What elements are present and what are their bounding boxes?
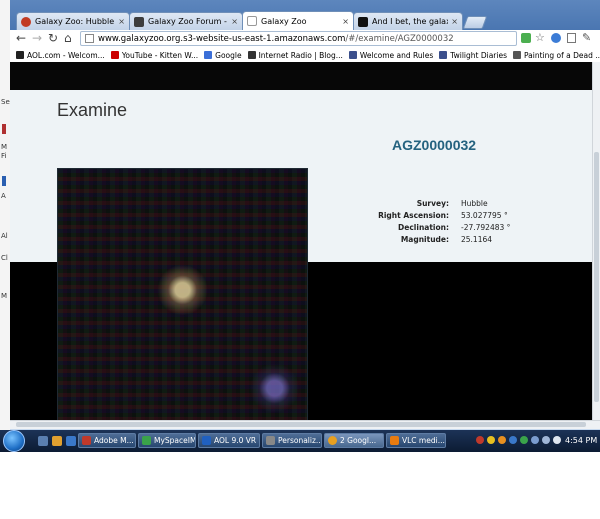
task-aol[interactable]: AOL 9.0 VR bbox=[198, 433, 260, 448]
horizontal-scrollbar[interactable] bbox=[10, 420, 600, 429]
page-menu-icon[interactable] bbox=[567, 33, 576, 43]
tray-icon[interactable] bbox=[509, 436, 517, 444]
background-window-icon bbox=[2, 176, 6, 186]
myspaceim-icon bbox=[142, 436, 151, 445]
declination-value: -27.792483 ° bbox=[461, 223, 511, 232]
aol-icon bbox=[16, 51, 24, 59]
magnitude-value: 25.1164 bbox=[461, 235, 493, 244]
extension-icon[interactable] bbox=[551, 33, 561, 43]
tray-icon[interactable] bbox=[498, 436, 506, 444]
folder-icon[interactable] bbox=[52, 436, 62, 446]
vlc-icon bbox=[390, 436, 399, 445]
background-window-text: A bbox=[1, 192, 6, 200]
extension-icon[interactable] bbox=[521, 33, 531, 43]
galaxy-image bbox=[57, 168, 308, 420]
tab-strip: Galaxy Zoo: Hubble - How × Galaxy Zoo Fo… bbox=[10, 0, 600, 30]
background-window-text: Cl bbox=[1, 254, 8, 262]
close-icon[interactable]: × bbox=[451, 17, 458, 26]
bookmark-aol[interactable]: AOL.com - Welcom... bbox=[16, 51, 105, 60]
forward-icon[interactable]: → bbox=[32, 31, 42, 45]
taskbar: Adobe M... MySpaceIM AOL 9.0 VR Personal… bbox=[0, 430, 600, 452]
vertical-scrollbar[interactable] bbox=[592, 62, 600, 420]
tray-icon[interactable] bbox=[476, 436, 484, 444]
tab-label: Galaxy Zoo Forum - Index bbox=[148, 17, 228, 26]
radio-icon bbox=[247, 51, 256, 59]
object-id-heading: AGZ0000032 bbox=[392, 137, 477, 153]
adobe-icon bbox=[82, 436, 91, 445]
background-window-text: M bbox=[1, 292, 8, 300]
task-personalize[interactable]: Personaliz... bbox=[262, 433, 322, 448]
tab-label: Galaxy Zoo bbox=[261, 16, 307, 26]
page-icon bbox=[513, 51, 521, 59]
network-icon[interactable] bbox=[531, 436, 539, 444]
volume-icon[interactable] bbox=[542, 436, 550, 444]
clock[interactable]: 4:54 PM bbox=[565, 436, 597, 445]
tab-label: Galaxy Zoo: Hubble - How bbox=[35, 17, 115, 26]
personalize-icon bbox=[266, 436, 275, 445]
new-tab-button[interactable] bbox=[462, 16, 488, 29]
bookmark-welcome-rules[interactable]: Welcome and Rules bbox=[348, 51, 433, 60]
quick-launch-icon[interactable] bbox=[66, 436, 76, 446]
aol-icon bbox=[202, 436, 211, 445]
tray-icon[interactable] bbox=[487, 436, 495, 444]
magnitude-label: Magnitude: bbox=[400, 235, 449, 244]
page-content: Examine AGZ0000032 Survey: Hubble Right … bbox=[10, 62, 600, 420]
survey-value: Hubble bbox=[461, 199, 488, 208]
galaxy-zoo-icon bbox=[21, 16, 31, 27]
chrome-icon bbox=[328, 436, 337, 445]
tab-galaxy-zoo-hubble[interactable]: Galaxy Zoo: Hubble - How × bbox=[16, 12, 130, 30]
close-icon[interactable]: × bbox=[118, 17, 125, 26]
close-icon[interactable]: × bbox=[231, 17, 238, 26]
tab-label: And I bet, the galaxies will bbox=[372, 17, 448, 26]
navigation-toolbar: ← → ↻ ⌂ www.galaxyzoo.org.s3-website-us-… bbox=[10, 30, 600, 49]
bookmark-painting[interactable]: Painting of a Dead ... bbox=[513, 51, 600, 60]
address-bar[interactable]: www.galaxyzoo.org.s3-website-us-east-1.a… bbox=[80, 31, 517, 46]
bookmark-star-icon[interactable]: ☆ bbox=[535, 31, 545, 44]
task-myspaceim[interactable]: MySpaceIM bbox=[138, 433, 196, 448]
youtube-icon bbox=[110, 51, 119, 59]
scroll-thumb[interactable] bbox=[594, 152, 599, 402]
tray-icon[interactable] bbox=[520, 436, 528, 444]
right-ascension-label: Right Ascension: bbox=[378, 211, 449, 220]
forum-icon bbox=[134, 16, 144, 27]
task-vlc[interactable]: VLC medi... bbox=[386, 433, 446, 448]
url-path: /#/examine/AGZ0000032 bbox=[345, 33, 454, 44]
forum-icon bbox=[439, 51, 448, 59]
tab-galaxy-zoo[interactable]: Galaxy Zoo × bbox=[242, 11, 354, 30]
site-header bbox=[10, 62, 600, 90]
page-info-icon[interactable] bbox=[85, 34, 94, 43]
close-icon[interactable]: × bbox=[342, 17, 349, 26]
bookmark-youtube[interactable]: YouTube - Kitten W... bbox=[110, 51, 198, 60]
show-desktop-icon[interactable] bbox=[38, 436, 48, 446]
tab-myspace[interactable]: And I bet, the galaxies will × bbox=[353, 12, 463, 30]
right-ascension-value: 53.027795 ° bbox=[461, 211, 508, 220]
background-window-text: Al bbox=[1, 232, 8, 240]
google-icon bbox=[204, 51, 213, 59]
task-google-chrome[interactable]: 2 Googl... bbox=[324, 433, 384, 448]
background-window-text: Fi bbox=[1, 152, 7, 160]
browser-window: Galaxy Zoo: Hubble - How × Galaxy Zoo Fo… bbox=[10, 0, 600, 430]
bookmark-internet-radio[interactable]: Internet Radio | Blog... bbox=[247, 51, 343, 60]
page-icon bbox=[247, 16, 257, 26]
bookmark-google[interactable]: Google bbox=[204, 51, 242, 60]
forum-icon bbox=[348, 51, 357, 59]
task-adobe[interactable]: Adobe M... bbox=[78, 433, 136, 448]
page-title: Examine bbox=[57, 100, 128, 120]
bookmarks-bar: AOL.com - Welcom... YouTube - Kitten W..… bbox=[10, 48, 600, 62]
declination-label: Declination: bbox=[398, 223, 449, 232]
start-button[interactable] bbox=[3, 430, 25, 452]
bookmark-twilight-diaries[interactable]: Twilight Diaries bbox=[439, 51, 507, 60]
tab-galaxy-zoo-forum[interactable]: Galaxy Zoo Forum - Index × bbox=[129, 12, 243, 30]
scroll-thumb[interactable] bbox=[16, 422, 586, 427]
survey-label: Survey: bbox=[416, 199, 449, 208]
wrench-icon[interactable]: ✎ bbox=[582, 31, 591, 44]
myspace-icon bbox=[358, 16, 368, 27]
background-window-text: M bbox=[1, 143, 8, 151]
home-icon[interactable]: ⌂ bbox=[64, 31, 72, 45]
url-host: www.galaxyzoo.org.s3-website-us-east-1.a… bbox=[98, 33, 346, 44]
reload-icon[interactable]: ↻ bbox=[48, 31, 58, 45]
background-window-icon bbox=[2, 124, 6, 134]
back-icon[interactable]: ← bbox=[16, 31, 26, 45]
power-icon[interactable] bbox=[553, 436, 561, 444]
